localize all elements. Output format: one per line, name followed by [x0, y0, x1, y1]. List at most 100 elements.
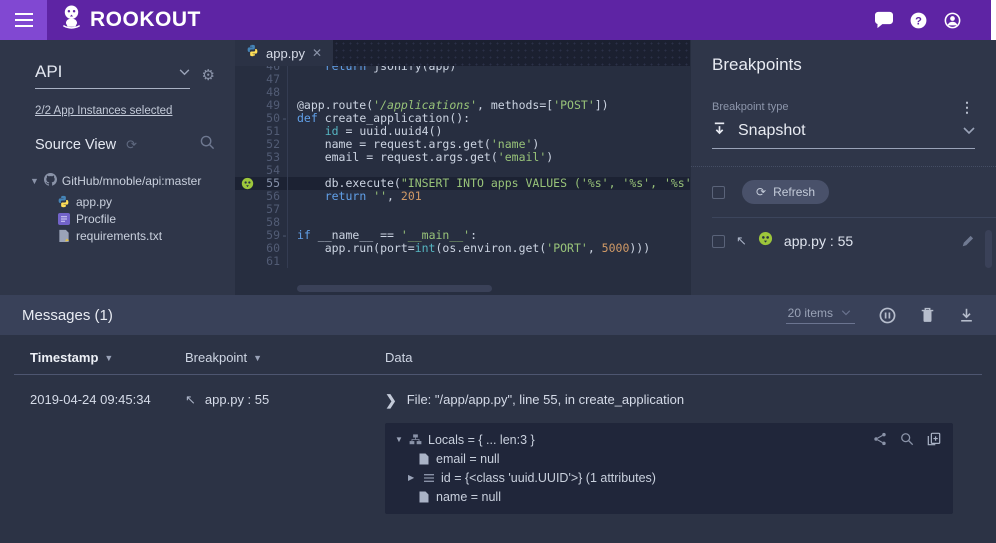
code-line[interactable]: 57 [235, 203, 690, 216]
code-editor: app.py ✕ 46 return jsonify(app)474849@ap… [235, 40, 690, 295]
delete-messages-icon[interactable] [920, 307, 935, 323]
fold-marker-icon[interactable]: - [281, 229, 287, 242]
messages-toolbar: 20 items [786, 306, 974, 324]
textfile-icon [57, 229, 70, 242]
source-tree: ▼ GitHub/mnoble/api:master app.py Procfil… [30, 173, 235, 244]
column-breakpoint[interactable]: Breakpoint▼ [185, 350, 385, 365]
code-line[interactable]: 46 return jsonify(app) [235, 66, 690, 73]
code-text: email = request.args.get('email') [287, 151, 690, 164]
rookout-bird-icon [60, 4, 83, 36]
tab-app-py[interactable]: app.py ✕ [235, 40, 333, 66]
fold-marker-icon[interactable]: - [281, 112, 287, 125]
rookout-breakpoint-icon [758, 231, 773, 251]
chevron-down-icon [841, 310, 851, 316]
search-icon[interactable] [200, 135, 215, 155]
sort-icon: ▼ [104, 353, 113, 363]
app-select-row: API ⚙ [35, 62, 215, 89]
breakpoint-type-row: Breakpoint type ⋮ [712, 100, 974, 114]
locals-tree: ▼ Locals = { ... len:3 } email = null ▶ id =… [385, 423, 953, 514]
edit-breakpoint-icon[interactable] [961, 234, 975, 248]
locals-root-row[interactable]: ▼ Locals = { ... len:3 } [395, 430, 943, 449]
logo-text: ROOKOUT [90, 8, 201, 32]
column-timestamp[interactable]: Timestamp▼ [30, 350, 185, 365]
app-select[interactable]: API [35, 62, 190, 89]
locals-variable-row[interactable]: name = null [395, 487, 943, 506]
code-line[interactable]: 47 [235, 73, 690, 86]
locals-root-label: Locals = { ... len:3 } [428, 433, 535, 447]
horizontal-scrollbar[interactable] [297, 285, 492, 292]
expand-caret-icon[interactable]: ▶ [408, 473, 416, 482]
top-bar: ROOKOUT ? [0, 0, 996, 40]
app-select-value: API [35, 62, 62, 82]
message-row[interactable]: 2019-04-24 09:45:34 ↖ app.py : 55 ❯ File… [14, 375, 982, 408]
copy-to-clipboard-icon[interactable] [927, 432, 941, 446]
rookout-breakpoint-icon[interactable] [241, 177, 254, 190]
collapse-caret-icon[interactable]: ▼ [30, 176, 39, 186]
code-area[interactable]: 46 return jsonify(app)474849@app.route('… [235, 66, 690, 295]
goto-source-icon[interactable]: ↖ [185, 392, 196, 408]
app-instances-link[interactable]: 2/2 App Instances selected [35, 105, 172, 117]
variable-text: name = null [436, 490, 501, 504]
main-content: API ⚙ 2/2 App Instances selected Source … [0, 40, 996, 295]
code-text: return jsonify(app) [287, 66, 690, 73]
code-line[interactable]: 56 return '', 201 [235, 190, 690, 203]
procfile-icon [57, 212, 70, 225]
download-messages-icon[interactable] [959, 307, 974, 323]
message-breakpoint: ↖ app.py : 55 [185, 392, 385, 408]
breakpoint-type-value: Snapshot [738, 122, 806, 140]
top-bar-actions: ? [874, 11, 962, 30]
refresh-button[interactable]: ⟳ Refresh [742, 180, 829, 204]
line-number[interactable]: 61 [235, 255, 287, 268]
chat-icon[interactable] [874, 11, 894, 29]
file-name: Procfile [76, 212, 116, 226]
account-icon[interactable] [943, 11, 962, 30]
editor-tab-bar: app.py ✕ [235, 40, 690, 66]
locals-variable-row[interactable]: ▶ id = {<class 'uuid.UUID'>} (1 attribute… [395, 468, 943, 487]
variable-text: email = null [436, 452, 500, 466]
breakpoint-checkbox[interactable] [712, 235, 725, 248]
tree-item-app-py[interactable]: app.py [57, 193, 235, 210]
vertical-scrollbar[interactable] [985, 230, 992, 268]
pause-messages-icon[interactable] [879, 307, 896, 324]
goto-source-icon[interactable]: ↖ [736, 233, 747, 249]
code-line[interactable]: 60 app.run(port=int(os.environ.get('PORT… [235, 242, 690, 255]
tree-item-Procfile[interactable]: Procfile [57, 210, 235, 227]
code-line[interactable]: 53 email = request.args.get('email') [235, 151, 690, 164]
refresh-sources-icon[interactable]: ⟳ [126, 137, 137, 153]
messages-header: Messages (1) 20 items [0, 295, 996, 335]
source-view-label: Source View [35, 137, 116, 153]
refresh-row: ⟳ Refresh [712, 180, 975, 204]
messages-table-header: Timestamp▼ Breakpoint▼ Data [14, 335, 982, 375]
python-icon [57, 195, 70, 208]
code-line[interactable]: 61 [235, 255, 690, 268]
expand-caret-icon[interactable]: ❯ [385, 393, 397, 407]
column-data: Data [385, 350, 966, 365]
kebab-menu-icon[interactable]: ⋮ [960, 100, 974, 114]
tree-item-requirements-txt[interactable]: requirements.txt [57, 227, 235, 244]
search-locals-icon[interactable] [900, 432, 914, 446]
github-icon [44, 173, 57, 189]
breakpoint-type-select[interactable]: Snapshot [712, 121, 975, 149]
gear-icon[interactable]: ⚙ [202, 68, 215, 83]
variable-text: id = {<class 'uuid.UUID'>} (1 attributes… [441, 471, 656, 485]
select-all-checkbox[interactable] [712, 186, 725, 199]
share-icon[interactable] [873, 432, 887, 446]
close-tab-icon[interactable]: ✕ [312, 46, 322, 60]
message-data: ❯ File: "/app/app.py", line 55, in creat… [385, 392, 966, 408]
locals-variable-row[interactable]: email = null [395, 449, 943, 468]
repo-root-node[interactable]: ▼ GitHub/mnoble/api:master [30, 173, 235, 189]
breakpoints-title: Breakpoints [712, 55, 996, 75]
page-size-select[interactable]: 20 items [786, 306, 855, 324]
rookout-logo: ROOKOUT [60, 4, 201, 36]
collapse-caret-icon[interactable]: ▼ [395, 435, 403, 444]
page-icon [417, 453, 430, 465]
python-file-icon [246, 44, 259, 62]
chevron-down-icon [963, 127, 975, 135]
message-timestamp: 2019-04-24 09:45:34 [30, 392, 185, 408]
breakpoint-row[interactable]: ↖ app.py : 55 [712, 218, 975, 264]
help-icon[interactable]: ? [909, 11, 928, 30]
code-text: return '', 201 [287, 190, 690, 203]
code-text [287, 255, 690, 268]
code-text [287, 203, 690, 216]
menu-button[interactable] [0, 0, 47, 40]
